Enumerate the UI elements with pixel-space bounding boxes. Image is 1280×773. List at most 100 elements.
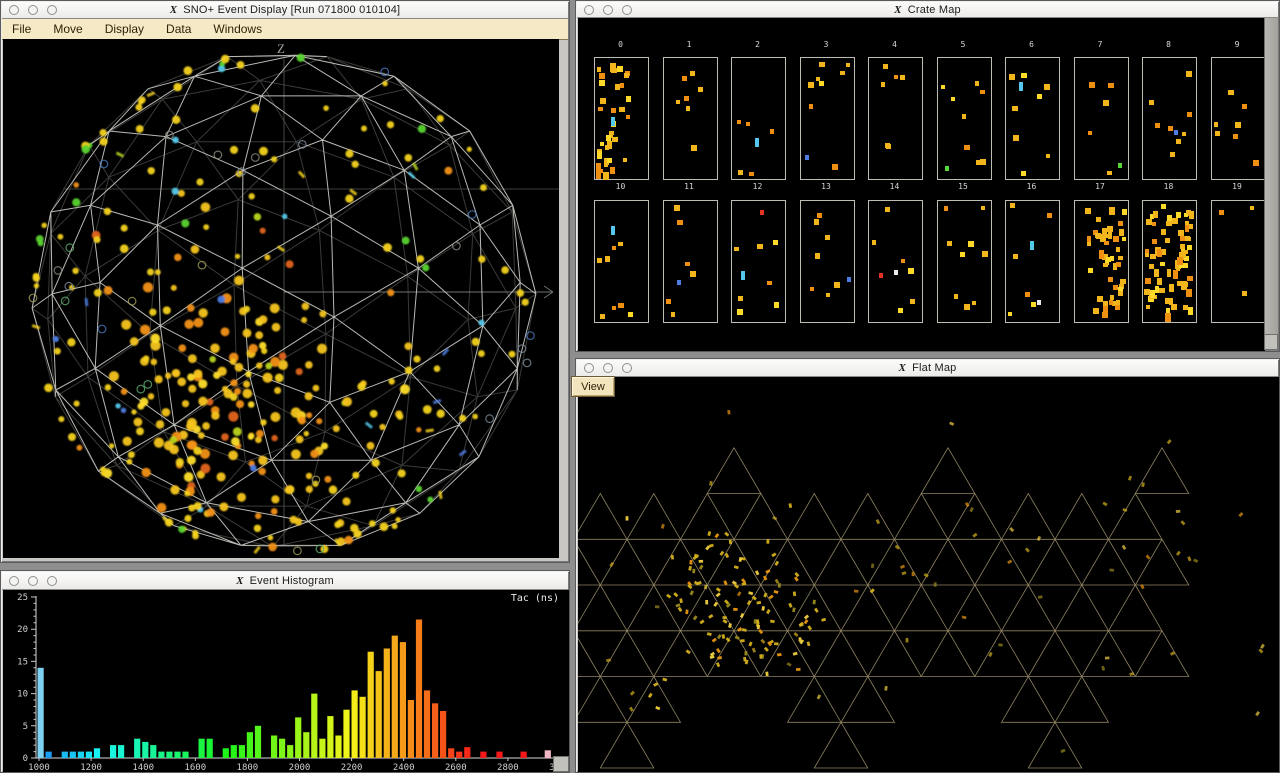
crate-hit [1149, 100, 1154, 105]
crate-panel[interactable] [731, 57, 786, 180]
event-histogram-titlebar[interactable]: XEvent Histogram [2, 572, 568, 590]
crate-panel[interactable] [1211, 57, 1266, 180]
pmt-hit [237, 493, 246, 502]
histogram-bar [110, 745, 116, 758]
crate-number-label: 19 [1211, 182, 1264, 191]
pmt-hit [509, 351, 516, 358]
pmt-hit [138, 99, 144, 105]
pmt-hit [165, 373, 171, 379]
crate-hit [1108, 232, 1113, 240]
crate-panel[interactable] [800, 57, 855, 180]
crate-hit [1214, 122, 1218, 126]
scrollbar[interactable] [1264, 18, 1278, 335]
pmt-hit [147, 167, 154, 174]
crate-panel[interactable] [663, 200, 718, 323]
crate-hit [947, 241, 952, 246]
pmt-hit [188, 504, 195, 511]
crate-hit [1250, 206, 1254, 210]
histogram-view[interactable]: 0510152025100012001400160018002000220024… [3, 590, 569, 772]
crate-hit [1172, 218, 1178, 224]
pmt-hit [271, 435, 277, 441]
flat-map-hit [673, 592, 678, 597]
crate-hit [805, 155, 809, 160]
menu-move[interactable]: Move [53, 22, 82, 36]
crate-panel[interactable] [594, 200, 649, 323]
flat-map-hit [740, 639, 745, 642]
flat-map-hit [998, 643, 1003, 646]
pmt-hit [199, 308, 208, 317]
pmt-hit [342, 497, 350, 505]
histogram-bar [408, 700, 414, 758]
pmt-hit [207, 508, 215, 516]
x-logo-icon: X [236, 575, 244, 587]
crate-hit [1030, 241, 1034, 250]
menu-file[interactable]: File [12, 22, 31, 36]
pmt-hit [258, 456, 267, 465]
pmt-hit [213, 372, 220, 379]
menu-display[interactable]: Display [105, 22, 144, 36]
flat-map-titlebar[interactable]: XFlat Map [577, 360, 1278, 377]
pmt-hit [76, 445, 82, 451]
pmt-hit [105, 384, 111, 390]
crate-hit [1103, 100, 1109, 106]
menu-data[interactable]: Data [166, 22, 191, 36]
crate-panel[interactable] [1142, 200, 1197, 323]
crate-panel[interactable] [1142, 57, 1197, 180]
pmt-hit [259, 468, 266, 475]
crate-hit [770, 129, 775, 134]
crate-number-label: 4 [868, 40, 921, 49]
flat-map-hit [1238, 512, 1243, 517]
pmt-hit [58, 416, 64, 422]
flat-map-title: Flat Map [912, 362, 956, 374]
crate-panel[interactable] [937, 200, 992, 323]
crate-panel[interactable] [800, 200, 855, 323]
event-display-titlebar[interactable]: XSNO+ Event Display [Run 071800 010104] [2, 2, 568, 19]
pmt-hit [418, 125, 426, 133]
detector-sphere-view[interactable]: Z [3, 39, 559, 558]
crate-hit [1187, 245, 1192, 250]
pmt-hit [34, 283, 39, 288]
pmt-hit [184, 320, 193, 329]
pmt-hit [243, 381, 250, 388]
flat-map-hit [707, 531, 711, 536]
crate-panel[interactable] [1211, 200, 1266, 323]
crate-panel[interactable] [1005, 200, 1060, 323]
crate-hit [1103, 263, 1107, 267]
pmt-hit [319, 310, 326, 317]
resize-corner[interactable] [553, 756, 569, 772]
crate-panel[interactable] [868, 200, 923, 323]
crate-panel[interactable] [937, 57, 992, 180]
crate-panel[interactable] [1074, 200, 1129, 323]
histogram-bar [223, 748, 229, 758]
crate-hit [1253, 160, 1259, 166]
view-menu-button[interactable]: View [571, 376, 615, 397]
scrollbar-corner[interactable] [1264, 334, 1278, 350]
crate-panel[interactable] [663, 57, 718, 180]
crate-panel[interactable] [1074, 57, 1129, 180]
crate-hit [954, 294, 959, 299]
crate-panel[interactable] [594, 57, 649, 180]
crate-hit [1186, 289, 1192, 298]
flat-map-hit [1129, 672, 1134, 676]
crate-map-view[interactable]: 012345678910111213141516171819 [578, 18, 1265, 351]
pmt-hit [306, 412, 312, 418]
pmt-hit [121, 408, 126, 413]
flat-map-hit [699, 560, 703, 563]
histogram-bar [62, 752, 68, 758]
pmt-hit [365, 422, 373, 429]
crate-panel[interactable] [731, 200, 786, 323]
crate-panel[interactable] [1005, 57, 1060, 180]
crate-map-titlebar[interactable]: XCrate Map [577, 2, 1278, 18]
pmt-hit [254, 213, 261, 220]
pmt-hit [181, 219, 189, 227]
crate-hit [599, 80, 605, 86]
flat-map-hit [748, 591, 753, 595]
menu-windows[interactable]: Windows [213, 22, 262, 36]
pmt-hit [211, 411, 219, 419]
histogram-bar [416, 620, 422, 759]
crate-hit [1012, 106, 1018, 112]
crate-hit [976, 160, 982, 166]
histogram-bar [239, 745, 245, 758]
crate-panel[interactable] [868, 57, 923, 180]
flat-map-view[interactable] [578, 377, 1279, 772]
